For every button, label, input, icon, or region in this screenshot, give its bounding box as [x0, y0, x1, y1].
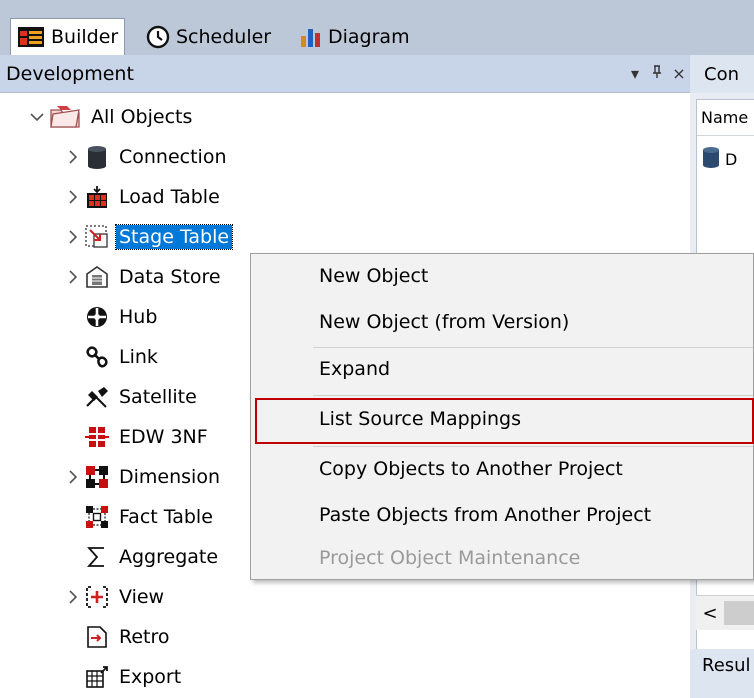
- tree-label: Satellite: [119, 386, 197, 408]
- results-tab[interactable]: Resul: [690, 649, 754, 698]
- chevron-right-icon[interactable]: [62, 590, 84, 604]
- results-tab-label: Resul: [702, 655, 751, 676]
- tree-label: Hub: [119, 306, 158, 328]
- database-icon: [84, 144, 110, 170]
- menu-item-copy-objects[interactable]: Copy Objects to Another Project: [251, 448, 754, 490]
- bar-chart-icon: [300, 26, 322, 48]
- menu-item-new-object-from-version[interactable]: New Object (from Version): [251, 301, 754, 343]
- chevron-right-icon[interactable]: [62, 230, 84, 244]
- tree-label: Data Store: [119, 266, 221, 288]
- chevron-right-icon[interactable]: [62, 470, 84, 484]
- tree-node-view[interactable]: View: [62, 578, 167, 616]
- load-table-icon: [84, 184, 110, 210]
- content-tab-label: Con: [704, 63, 739, 85]
- content-tab[interactable]: Con: [690, 55, 754, 93]
- tree-label: Export: [119, 666, 182, 688]
- menu-item-label: New Object (from Version): [319, 311, 570, 333]
- chevron-right-icon[interactable]: [62, 150, 84, 164]
- chevron-down-icon[interactable]: [26, 112, 48, 122]
- tree-node-load-table[interactable]: Load Table: [62, 178, 223, 216]
- close-icon[interactable]: ×: [668, 64, 690, 83]
- horizontal-scrollbar[interactable]: <: [696, 595, 754, 630]
- context-menu: New Object New Object (from Version) Exp…: [250, 253, 754, 580]
- tree-label: All Objects: [91, 106, 193, 128]
- panel-header: Development ▾ ×: [0, 55, 690, 93]
- tree-label: Connection: [119, 146, 227, 168]
- tree-label: Aggregate: [119, 546, 219, 568]
- tab-builder-label: Builder: [51, 26, 119, 48]
- menu-item-paste-objects[interactable]: Paste Objects from Another Project: [251, 494, 754, 536]
- scroll-thumb[interactable]: [724, 601, 754, 625]
- clock-icon: [146, 25, 170, 49]
- tree-label: Load Table: [119, 186, 220, 208]
- retro-icon: [84, 624, 110, 650]
- panel-title: Development: [6, 62, 134, 85]
- tree-node-aggregate[interactable]: Aggregate: [84, 538, 221, 576]
- menu-item-list-source-mappings[interactable]: List Source Mappings: [251, 398, 754, 440]
- sigma-icon: [84, 544, 110, 570]
- tree-node-dimension[interactable]: Dimension: [62, 458, 223, 496]
- tree-node-data-store[interactable]: Data Store: [62, 258, 224, 296]
- chevron-right-icon[interactable]: [62, 190, 84, 204]
- menu-item-label: New Object: [319, 265, 429, 287]
- view-icon: [84, 584, 110, 610]
- scroll-left-icon[interactable]: <: [696, 603, 724, 624]
- tree-label: View: [119, 586, 165, 608]
- list-item-label: D: [725, 149, 738, 169]
- menu-item-new-object[interactable]: New Object: [251, 255, 754, 297]
- dropdown-icon[interactable]: ▾: [624, 64, 646, 83]
- dimension-icon: [84, 464, 110, 490]
- fact-table-icon: [84, 504, 110, 530]
- tree-node-edw-3nf[interactable]: EDW 3NF: [84, 418, 211, 456]
- tree-label: Retro: [119, 626, 170, 648]
- tree-label: EDW 3NF: [119, 426, 208, 448]
- column-header-label: Name: [701, 108, 749, 127]
- tree-label: Fact Table: [119, 506, 213, 528]
- tree-node-link[interactable]: Link: [84, 338, 161, 376]
- tab-scheduler-label: Scheduler: [176, 25, 272, 48]
- menu-item-label: Expand: [319, 358, 391, 380]
- menu-item-expand[interactable]: Expand: [251, 348, 754, 390]
- tree-node-connection[interactable]: Connection: [62, 138, 230, 176]
- tree-label-selected: Stage Table: [114, 224, 234, 250]
- menu-item-label: Copy Objects to Another Project: [319, 458, 623, 480]
- database-icon: [701, 146, 721, 172]
- tab-builder[interactable]: Builder: [10, 18, 126, 55]
- tree-node-retro[interactable]: Retro: [84, 618, 173, 656]
- folder-icon: [48, 104, 82, 130]
- export-icon: [84, 664, 110, 690]
- edw-icon: [84, 424, 110, 450]
- hub-icon: [84, 304, 110, 330]
- tree-node-export[interactable]: Export: [84, 658, 184, 696]
- tree-node-all-objects[interactable]: All Objects: [26, 98, 195, 136]
- tree-node-hub[interactable]: Hub: [84, 298, 160, 336]
- menu-item-label: List Source Mappings: [319, 408, 521, 430]
- tree-node-stage-table[interactable]: Stage Table: [62, 218, 234, 256]
- tab-diagram[interactable]: Diagram: [294, 18, 416, 55]
- tree-node-satellite[interactable]: Satellite: [84, 378, 200, 416]
- menu-item-label: Paste Objects from Another Project: [319, 504, 652, 526]
- data-store-icon: [84, 264, 110, 290]
- tree-node-fact-table[interactable]: Fact Table: [84, 498, 216, 536]
- list-item[interactable]: D: [701, 146, 737, 172]
- pin-icon[interactable]: [646, 64, 668, 83]
- stage-table-icon: [84, 224, 110, 250]
- menu-separator: [313, 446, 753, 447]
- link-icon: [84, 344, 110, 370]
- satellite-icon: [84, 384, 110, 410]
- tree-label: Dimension: [119, 466, 220, 488]
- menu-separator: [313, 395, 753, 396]
- tab-diagram-label: Diagram: [328, 25, 410, 48]
- tab-scheduler[interactable]: Scheduler: [140, 18, 277, 55]
- chevron-right-icon[interactable]: [62, 270, 84, 284]
- menu-item-label: Project Object Maintenance: [319, 547, 581, 569]
- builder-icon: [17, 26, 45, 48]
- name-column-header[interactable]: Name: [697, 100, 754, 136]
- tree-label: Link: [119, 346, 158, 368]
- menu-item-project-object-maintenance: Project Object Maintenance: [251, 537, 754, 579]
- tab-strip: Builder Scheduler Diagram: [0, 0, 754, 55]
